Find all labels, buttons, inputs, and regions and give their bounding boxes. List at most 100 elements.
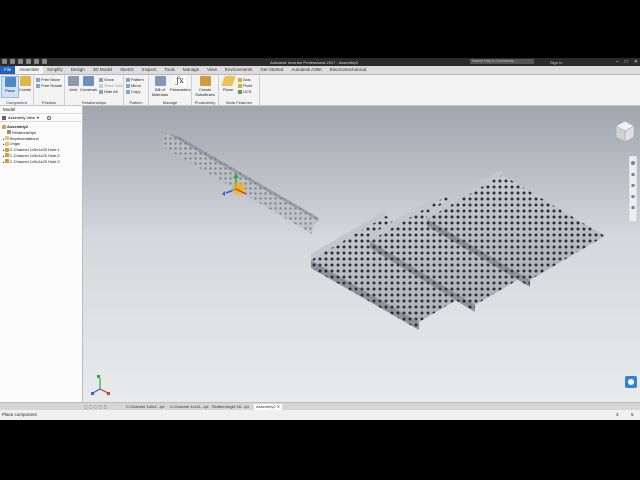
part-icon xyxy=(4,147,9,152)
component-panel-label: Component xyxy=(6,100,27,105)
tab-environments[interactable]: Environments xyxy=(221,66,257,74)
hide-all-button[interactable]: Hide All xyxy=(99,89,118,94)
browser-tree: Assembly2 Relationships ▸ Representations… xyxy=(0,122,82,165)
pattern-button[interactable]: Pattern xyxy=(126,77,144,82)
relationships-panel-label: Relationships xyxy=(81,100,106,105)
create-substitutes-button[interactable]: Create Substitutes xyxy=(194,76,216,97)
show-button[interactable]: Show xyxy=(99,77,114,82)
manage-panel-label: Manage xyxy=(162,100,178,105)
viewcube-icon[interactable] xyxy=(615,120,635,143)
tab-electromechanical[interactable]: Electromechanical xyxy=(326,66,371,74)
filter-icon[interactable] xyxy=(2,115,6,120)
manage-panel: Bill of Materials ƒx Parameters Manage xyxy=(149,75,192,105)
tab-tools[interactable]: Tools xyxy=(160,66,179,74)
tab-inspect[interactable]: Inspect xyxy=(138,66,161,74)
maximize-button[interactable]: □ xyxy=(625,59,628,65)
joint-button[interactable]: Joint xyxy=(65,76,81,96)
work-features-panel: Plane Axis Point UCS Work Features xyxy=(219,75,260,105)
pattern-panel-label: Pattern xyxy=(129,100,143,105)
look-at-icon[interactable] xyxy=(631,206,635,209)
joint-icon xyxy=(67,76,79,86)
mirror-button[interactable]: Mirror xyxy=(126,83,141,88)
tab-view[interactable]: View xyxy=(203,66,221,74)
create-button[interactable]: Create xyxy=(17,76,33,96)
bill-of-materials-button[interactable]: Bill of Materials xyxy=(150,76,170,97)
plane-button[interactable]: Plane xyxy=(220,76,236,96)
relationships-panel: Joint Constrain Show Show Sick Hide All … xyxy=(65,75,124,105)
tab-manage[interactable]: Manage xyxy=(179,66,203,74)
work-features-panel-label: Work Features xyxy=(225,100,253,105)
position-panel: Free Move Free Rotate Position xyxy=(34,75,65,105)
status-count-2: 5 xyxy=(631,412,634,417)
point-button[interactable]: Point xyxy=(238,83,252,88)
copy-button[interactable]: Copy xyxy=(126,89,140,94)
relationships-icon xyxy=(7,130,11,135)
zoom-icon[interactable] xyxy=(631,184,635,187)
folder-icon xyxy=(4,141,9,146)
chevron-down-icon[interactable]: ▾ xyxy=(37,115,39,120)
part-icon xyxy=(4,159,9,164)
show-sick-button[interactable]: Show Sick xyxy=(99,83,123,88)
ribbon: Place Create Component Free Move Free Ro… xyxy=(0,75,640,106)
quick-access-toolbar xyxy=(2,59,47,64)
model-browser: Model Assembly View ▾ Assembly2 Relation… xyxy=(0,106,83,406)
help-search-input[interactable]: Search Help & Commands... xyxy=(470,59,534,64)
constrain-button[interactable]: Constrain xyxy=(80,76,97,96)
tab-get-started[interactable]: Get Started xyxy=(256,66,287,74)
show-sick-icon xyxy=(99,83,103,88)
free-rotate-icon xyxy=(36,83,40,88)
place-icon xyxy=(4,77,16,87)
tab-3d-model[interactable]: 3D Model xyxy=(89,66,116,74)
redo-icon[interactable] xyxy=(34,59,39,64)
title-bar: Autodesk Inventor Professional 2017 - As… xyxy=(0,58,640,66)
create-icon xyxy=(19,76,31,86)
tab-sketch[interactable]: Sketch xyxy=(116,66,138,74)
search-icon[interactable] xyxy=(47,115,52,120)
bill-of-materials-icon xyxy=(154,76,166,86)
tab-file[interactable]: File xyxy=(0,66,16,74)
minimize-button[interactable]: – xyxy=(616,59,619,65)
parameters-button[interactable]: ƒx Parameters xyxy=(170,76,191,96)
assembly-view-dropdown[interactable]: Assembly View xyxy=(8,115,35,120)
tree-node-part-3[interactable]: ▸ C-Channel 1x5x1x25 Hole:3 xyxy=(0,159,82,165)
tab-autodesk-a360[interactable]: Autodesk A360 xyxy=(287,66,325,74)
steering-wheel-icon[interactable] xyxy=(631,161,635,165)
orbit-icon[interactable] xyxy=(631,195,635,198)
copy-icon xyxy=(126,89,130,94)
close-tab-icon[interactable]: ✕ xyxy=(277,404,280,409)
ucs-button[interactable]: UCS xyxy=(238,89,251,94)
free-move-icon xyxy=(36,77,40,82)
position-panel-label: Position xyxy=(41,100,57,105)
browser-header: Model xyxy=(0,106,82,114)
hide-all-icon xyxy=(99,89,103,94)
navigation-bar[interactable] xyxy=(628,155,638,223)
component-panel: Place Create Component xyxy=(0,75,34,105)
browser-toolbar: Assembly View ▾ xyxy=(0,114,82,122)
origin-axes-indicator xyxy=(91,375,110,395)
close-button[interactable]: ✕ xyxy=(634,59,638,65)
ribbon-tabs: File Assemble Simplify Design 3D Model S… xyxy=(0,66,640,75)
cloud-render-icon[interactable] xyxy=(625,376,637,388)
free-rotate-button[interactable]: Free Rotate xyxy=(36,83,62,88)
tab-design[interactable]: Design xyxy=(67,66,89,74)
model-canvas[interactable] xyxy=(83,106,640,402)
productivity-panel: Create Substitutes Productivity xyxy=(192,75,219,105)
pan-icon[interactable] xyxy=(631,173,635,176)
axis-button[interactable]: Axis xyxy=(238,77,251,82)
parameters-icon: ƒx xyxy=(174,76,186,86)
open-icon[interactable] xyxy=(10,59,15,64)
assembly-icon xyxy=(2,124,6,129)
status-count-1: 3 xyxy=(616,412,619,417)
free-move-button[interactable]: Free Move xyxy=(36,77,60,82)
undo-icon[interactable] xyxy=(26,59,31,64)
tab-assemble[interactable]: Assemble xyxy=(15,66,44,74)
folder-icon xyxy=(4,136,9,141)
home-icon[interactable] xyxy=(42,59,47,64)
save-icon[interactable] xyxy=(18,59,23,64)
tab-simplify[interactable]: Simplify xyxy=(43,66,67,74)
tab-nav-icons[interactable]: ▢ ▢ ▢ ▢ ▢ xyxy=(84,404,107,409)
sign-in-link[interactable]: Sign In xyxy=(550,60,562,65)
new-icon[interactable] xyxy=(2,59,7,64)
graphics-window[interactable] xyxy=(83,106,640,402)
window-title: Autodesk Inventor Professional 2017 - As… xyxy=(270,59,359,65)
